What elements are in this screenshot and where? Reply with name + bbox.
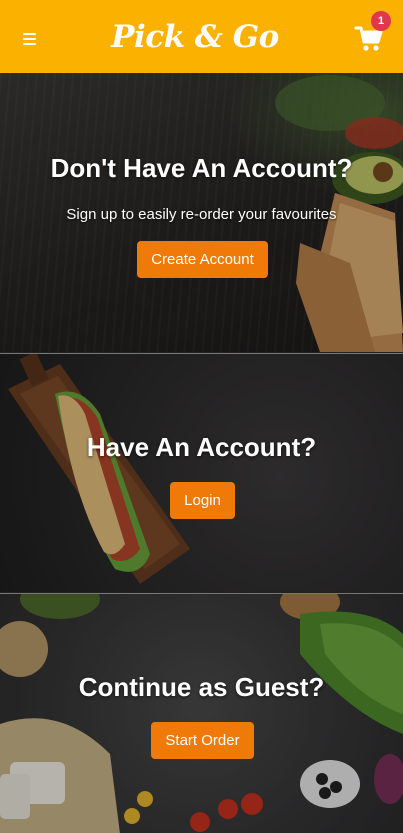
section-overlay xyxy=(0,594,403,833)
hamburger-menu-button[interactable] xyxy=(17,28,45,48)
signup-title: Don't Have An Account? xyxy=(50,153,353,183)
section-overlay xyxy=(0,354,403,592)
cart-count-badge: 1 xyxy=(371,11,391,31)
hamburger-icon-line xyxy=(23,43,36,45)
pick-and-go-logo[interactable]: Pick & Go xyxy=(110,14,280,60)
guest-title: Continue as Guest? xyxy=(78,672,325,702)
login-button[interactable]: Login xyxy=(170,482,235,519)
top-navbar: Pick & Go 1 xyxy=(0,0,403,73)
login-section: Have An Account? Login xyxy=(0,353,403,592)
login-title: Have An Account? xyxy=(86,432,317,462)
create-account-button[interactable]: Create Account xyxy=(137,241,268,278)
signup-subtitle: Sign up to easily re-order your favourit… xyxy=(66,206,337,223)
signup-section: Don't Have An Account? Sign up to easily… xyxy=(0,73,403,352)
hamburger-icon xyxy=(23,33,36,35)
hamburger-icon-line xyxy=(23,38,36,40)
start-order-button[interactable]: Start Order xyxy=(151,722,254,759)
guest-section: Continue as Guest? Start Order xyxy=(0,593,403,833)
